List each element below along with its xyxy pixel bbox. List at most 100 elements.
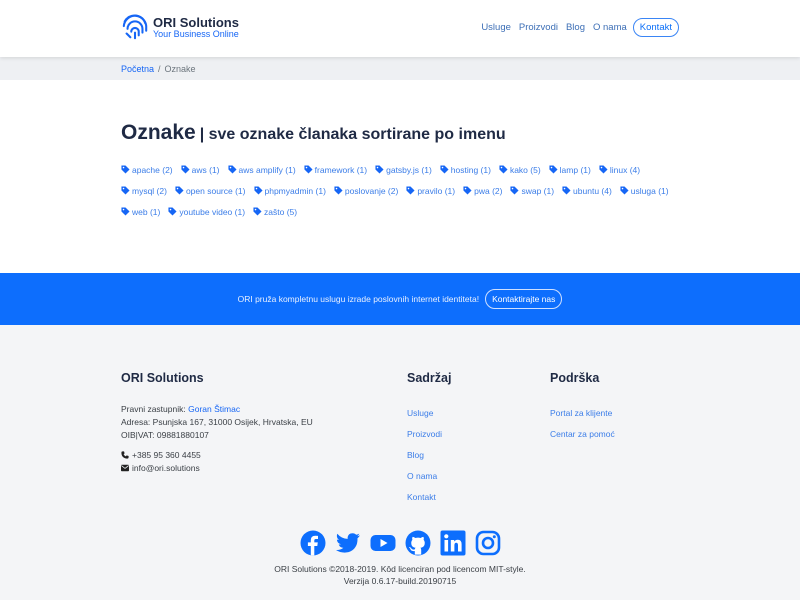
tag-icon [620,186,629,195]
copyright-text: ORI Solutions ©2018-2019. Kôd licenciran… [274,564,526,574]
tag-label: open source (1) [185,185,246,196]
tag-label: linux (4) [609,164,641,175]
contact-us-button[interactable]: Kontaktirajte nas [485,289,563,309]
tag-icon [510,186,520,195]
tag-icon [181,165,190,174]
instagram-link[interactable] [470,530,505,561]
tag-link[interactable]: lamp (1) [549,159,591,180]
tag-label: usluga (1) [630,185,669,196]
youtube-icon [370,535,395,551]
tag-link[interactable]: kako (5) [499,159,541,180]
tag-link[interactable]: web (1) [121,201,160,222]
version-text: Verzija 0.6.17-build.20190715 [343,576,457,586]
company-contact: +385 95 360 4455 info@ori.solutions [121,449,313,475]
company-info: Pravni zastupnik: Goran Štimac Adresa: P… [121,403,313,442]
tag-icon [599,165,608,174]
tag-label: poslovanje (2) [344,185,399,196]
tag-link[interactable]: swap (1) [510,180,554,201]
breadcrumb-separator: / [158,64,161,74]
breadcrumb-home-link[interactable]: Početna [121,64,154,74]
footer-link-blog[interactable]: Blog [407,445,451,466]
tag-link[interactable]: apache (2) [121,159,173,180]
footer-content-title: Sadržaj [407,371,452,385]
tag-link[interactable]: phpmyadmin (1) [253,180,326,201]
tag-icon [168,207,177,216]
logo-link[interactable]: ORI Solutions Your Business Online [121,12,239,42]
nav-link-blog[interactable]: Blog [566,22,585,33]
tag-icon [121,186,130,195]
tag-icon [549,165,558,174]
footer-link-usluge[interactable]: Usluge [407,403,451,424]
tag-icon [334,186,343,195]
tag-icon [304,165,313,174]
tag-label: zašto (5) [264,206,298,217]
tag-link[interactable]: gatsby.js (1) [375,159,432,180]
tag-label: phpmyadmin (1) [264,185,326,196]
copyright-block: ORI Solutions ©2018-2019. Kôd licenciran… [0,563,800,587]
tag-label: web (1) [132,206,161,217]
facebook-link[interactable] [295,530,330,561]
twitter-link[interactable] [330,530,365,561]
tag-link[interactable]: aws (1) [181,159,220,180]
page-heading: Oznake | sve oznake članaka sortirane po… [121,121,681,145]
footer-link-kontakt[interactable]: Kontakt [407,487,451,508]
email-address: info@ori.solutions [132,463,200,473]
tag-link[interactable]: linux (4) [599,159,640,180]
main-nav: Usluge Proizvodi Blog O nama Kontakt [473,18,679,37]
nav-contact-button[interactable]: Kontakt [632,18,679,37]
github-link[interactable] [400,530,435,561]
tag-link[interactable]: open source (1) [175,180,246,201]
nav-link-o-nama[interactable]: O nama [593,22,627,33]
tag-label: gatsby.js (1) [386,164,432,175]
tag-label: swap (1) [521,185,555,196]
tag-icon [562,186,571,195]
tag-label: hosting (1) [450,164,491,175]
brand-tagline: Your Business Online [153,28,239,39]
github-icon [405,530,430,556]
footer-link-o-nama[interactable]: O nama [407,466,451,487]
social-links [0,530,800,561]
footer-company-column: ORI Solutions Pravni zastupnik: Goran Št… [121,371,313,475]
tag-link[interactable]: youtube video (1) [168,201,245,222]
linkedin-icon [440,530,465,556]
footer-link-proizvodi[interactable]: Proizvodi [407,424,451,445]
youtube-link[interactable] [365,530,400,561]
breadcrumb: Početna / Oznake [0,57,800,80]
legal-rep-link[interactable]: Goran Štimac [188,404,240,414]
company-address: Adresa: Psunjska 167, 31000 Osijek, Hrva… [121,417,313,427]
tag-link[interactable]: mysql (2) [121,180,167,201]
tag-label: mysql (2) [132,185,167,196]
phone-line: +385 95 360 4455 [121,449,313,462]
footer-link-help-center[interactable]: Centar za pomoć [550,424,615,445]
footer-company-title: ORI Solutions [121,371,204,385]
nav-link-proizvodi[interactable]: Proizvodi [519,22,558,33]
breadcrumb-current: Oznake [164,64,196,74]
tag-link[interactable]: aws amplify (1) [227,159,296,180]
tag-link[interactable]: usluga (1) [620,180,669,201]
tag-icon [227,165,237,174]
legal-rep-label: Pravni zastupnik: [121,404,186,414]
tag-link[interactable]: pravilo (1) [406,180,455,201]
phone-icon [121,451,129,459]
tag-link[interactable]: hosting (1) [440,159,491,180]
twitter-icon [335,533,360,553]
instagram-icon [475,530,500,556]
brand-name: ORI Solutions [153,14,239,30]
footer-link-client-portal[interactable]: Portal za klijente [550,403,615,424]
cta-band: ORI pruža kompletnu uslugu izrade poslov… [0,273,800,325]
tag-link[interactable]: framework (1) [304,159,367,180]
tag-link[interactable]: ubuntu (4) [562,180,612,201]
tag-icon [406,186,415,195]
linkedin-link[interactable] [435,530,470,561]
legal-rep-line: Pravni zastupnik: Goran Štimac [121,403,313,416]
nav-link-usluge[interactable]: Usluge [481,22,511,33]
tag-icon [253,186,263,195]
tag-link[interactable]: zašto (5) [253,201,297,222]
tag-link[interactable]: poslovanje (2) [334,180,398,201]
tag-link[interactable]: pwa (2) [463,180,502,201]
phone-number: +385 95 360 4455 [132,450,201,460]
tag-label: pwa (2) [474,185,503,196]
footer: ORI Solutions Pravni zastupnik: Goran Št… [0,325,800,600]
page-subtitle: | sve oznake članaka sortirane po imenu [199,126,506,143]
tag-icon [121,165,130,174]
